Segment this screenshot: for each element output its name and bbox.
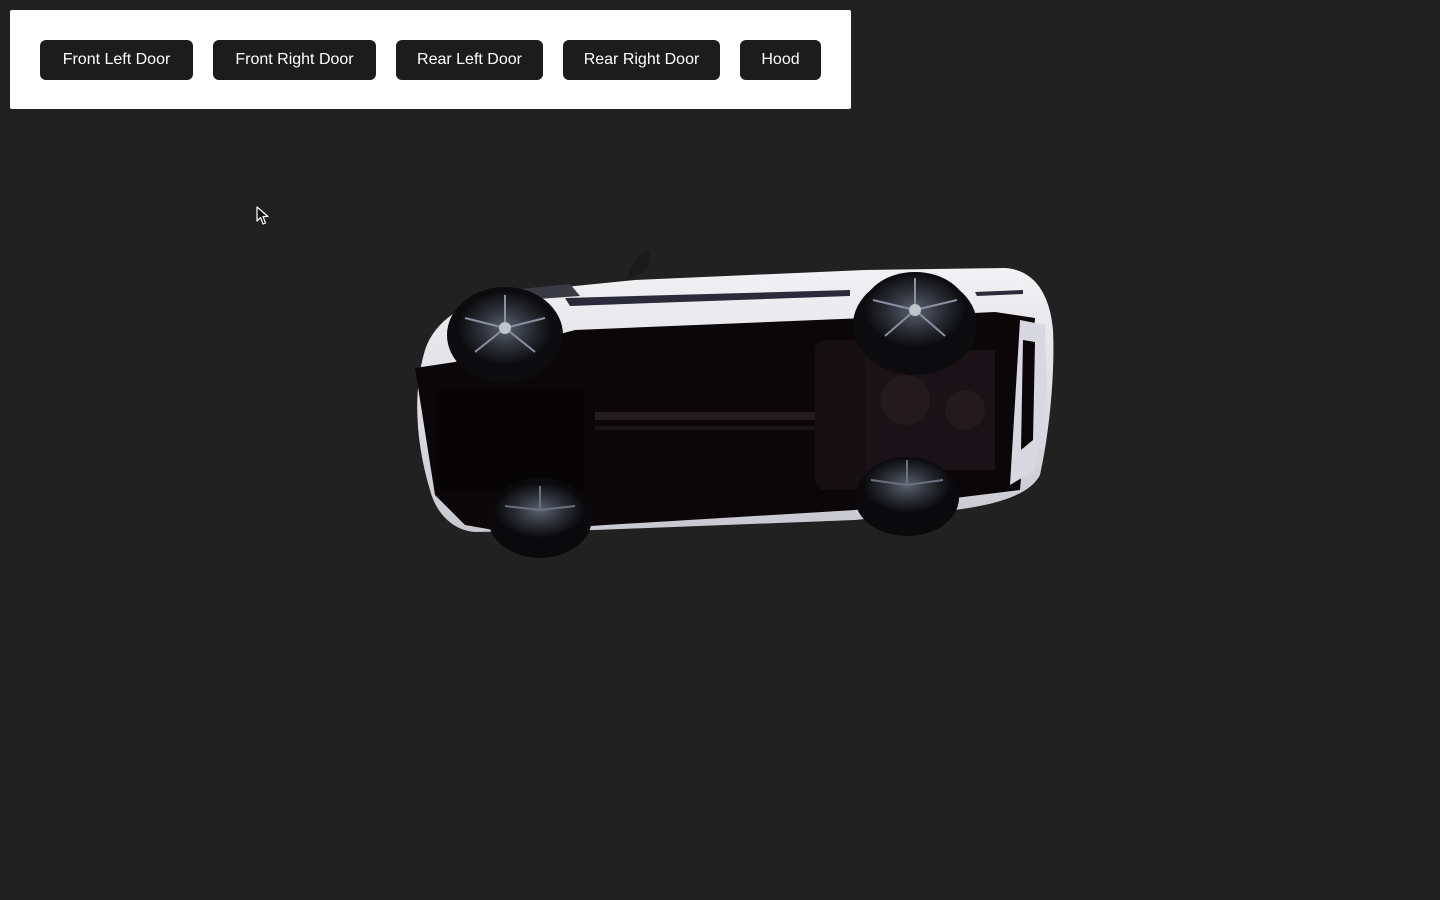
mouse-pointer-icon xyxy=(256,206,269,225)
front-left-door-button[interactable]: Front Left Door xyxy=(40,40,193,80)
wheel-front-top xyxy=(447,287,563,383)
hood-button[interactable]: Hood xyxy=(740,40,821,80)
wheel-front-bottom xyxy=(488,478,592,558)
3d-viewport[interactable]: Front Left Door Front Right Door Rear Le… xyxy=(0,0,1440,900)
rear-left-door-button[interactable]: Rear Left Door xyxy=(396,40,543,80)
front-right-door-button[interactable]: Front Right Door xyxy=(213,40,376,80)
door-control-panel: Front Left Door Front Right Door Rear Le… xyxy=(10,10,851,109)
car-model[interactable] xyxy=(395,240,1065,570)
rear-right-door-button[interactable]: Rear Right Door xyxy=(563,40,720,80)
